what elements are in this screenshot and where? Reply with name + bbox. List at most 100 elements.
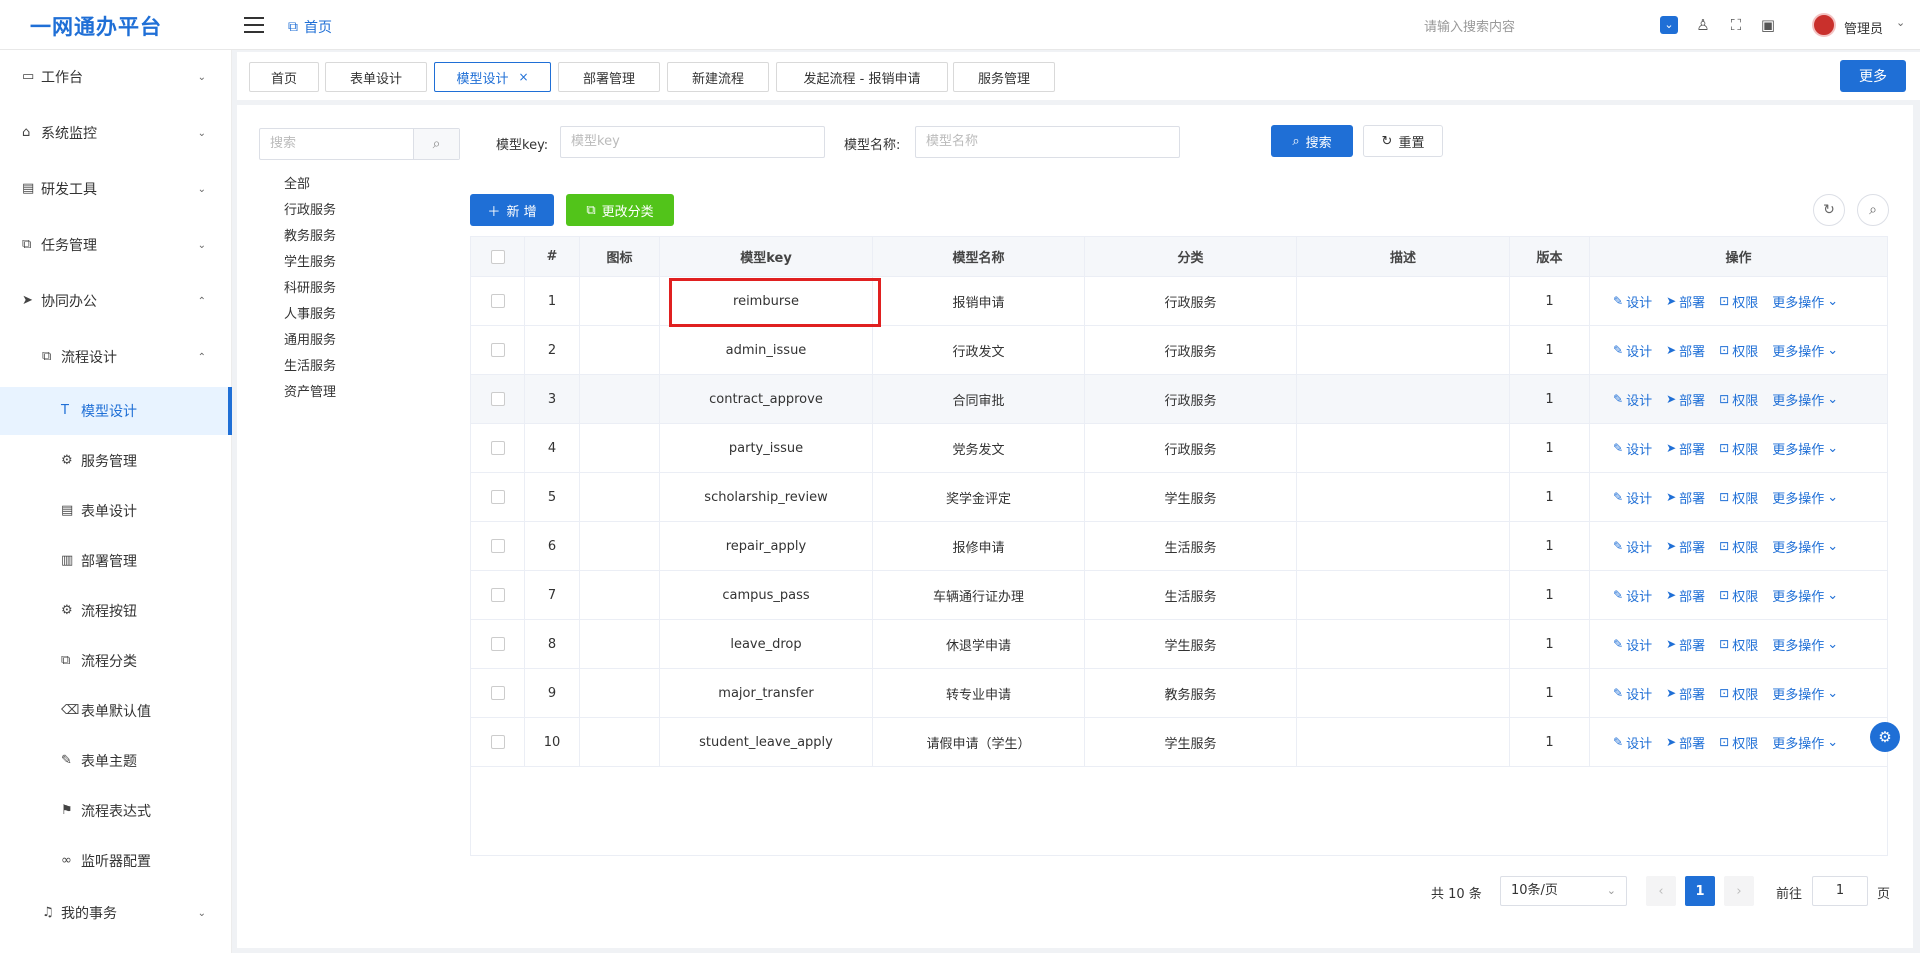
sidebar-item-flow-category[interactable]: ⧉ 流程分类 <box>0 637 232 685</box>
search-button[interactable]: ⌕ 搜索 <box>1271 125 1353 157</box>
design-button[interactable]: ✎ 设计 <box>1613 537 1652 556</box>
tab-service[interactable]: 服务管理 <box>953 62 1055 92</box>
model-name-input[interactable]: 模型名称 <box>915 126 1180 158</box>
deploy-button[interactable]: ➤ 部署 <box>1666 733 1705 752</box>
sidebar-item-flow-button[interactable]: ⚙ 流程按钮 <box>0 587 232 635</box>
page-size-select[interactable]: 10条/页 ⌄ <box>1500 876 1627 906</box>
tree-node[interactable]: 行政服务 <box>284 198 336 224</box>
deploy-button[interactable]: ➤ 部署 <box>1666 292 1705 311</box>
row-checkbox[interactable] <box>490 392 505 406</box>
design-button[interactable]: ✎ 设计 <box>1613 586 1652 605</box>
shirt-icon[interactable]: ♙ <box>1694 16 1712 34</box>
row-checkbox[interactable] <box>490 637 505 651</box>
settings-gear-icon[interactable]: ⚙ <box>1870 722 1900 752</box>
goto-page-input[interactable]: 1 <box>1812 876 1868 906</box>
row-checkbox[interactable] <box>490 686 505 700</box>
table-row[interactable]: 3 contract_approve 合同审批 行政服务 1 ✎ 设计 ➤ 部署 ⊡ 权限 更多操作 ⌄ <box>471 375 1887 424</box>
table-row[interactable]: 8 leave_drop 休退学申请 学生服务 1 ✎ 设计 ➤ 部署 ⊡ 权限 更多操作 ⌄ <box>471 620 1887 669</box>
row-checkbox[interactable] <box>490 294 505 308</box>
tree-node[interactable]: 全部 <box>284 172 336 198</box>
permission-button[interactable]: ⊡ 权限 <box>1719 537 1758 556</box>
sidebar-item-tasks[interactable]: ⧉ 任务管理 ⌄ <box>0 221 232 269</box>
sidebar-item-devtools[interactable]: ▤ 研发工具 ⌄ <box>0 165 232 213</box>
add-button[interactable]: ＋ 新 增 <box>470 194 554 226</box>
design-button[interactable]: ✎ 设计 <box>1613 439 1652 458</box>
more-actions-dropdown[interactable]: 更多操作 ⌄ <box>1772 586 1838 605</box>
more-actions-dropdown[interactable]: 更多操作 ⌄ <box>1772 341 1838 360</box>
sidebar-item-form-design[interactable]: ▤ 表单设计 <box>0 487 232 535</box>
breadcrumb-home[interactable]: 首页 <box>304 17 332 37</box>
deploy-button[interactable]: ➤ 部署 <box>1666 537 1705 556</box>
tree-node[interactable]: 资产管理 <box>284 380 336 406</box>
next-page-button[interactable]: › <box>1724 876 1754 906</box>
sidebar-item-form-default[interactable]: ⌫ 表单默认值 <box>0 687 232 735</box>
design-button[interactable]: ✎ 设计 <box>1613 684 1652 703</box>
search-icon[interactable]: ⌕ <box>1857 194 1889 226</box>
row-checkbox[interactable] <box>490 490 505 504</box>
tree-node[interactable]: 生活服务 <box>284 354 336 380</box>
prev-page-button[interactable]: ‹ <box>1646 876 1676 906</box>
sidebar-item-office[interactable]: ➤ 协同办公 ⌃ <box>0 277 232 325</box>
change-category-button[interactable]: ⧉ 更改分类 <box>566 194 674 226</box>
tab-new-flow[interactable]: 新建流程 <box>667 62 769 92</box>
design-button[interactable]: ✎ 设计 <box>1613 733 1652 752</box>
sidebar-item-listener[interactable]: ∞ 监听器配置 <box>0 837 232 885</box>
permission-button[interactable]: ⊡ 权限 <box>1719 439 1758 458</box>
sidebar-item-my-affairs[interactable]: ♫ 我的事务 ⌄ <box>0 889 232 937</box>
dropdown-toggle-icon[interactable]: ⌄ <box>1660 16 1678 34</box>
table-row[interactable]: 7 campus_pass 车辆通行证办理 生活服务 1 ✎ 设计 ➤ 部署 ⊡ 权限 更多操作 ⌄ <box>471 571 1887 620</box>
permission-button[interactable]: ⊡ 权限 <box>1719 635 1758 654</box>
deploy-button[interactable]: ➤ 部署 <box>1666 635 1705 654</box>
tab-form-design[interactable]: 表单设计 <box>325 62 427 92</box>
row-checkbox[interactable] <box>490 588 505 602</box>
table-row[interactable]: 2 admin_issue 行政发文 行政服务 1 ✎ 设计 ➤ 部署 ⊡ 权限 更多操作 ⌄ <box>471 326 1887 375</box>
header-search-input[interactable]: 请输入搜索内容 <box>1424 16 1515 35</box>
menu-toggle-icon[interactable] <box>244 17 264 33</box>
tree-search-input[interactable]: 搜索 <box>260 129 413 159</box>
close-icon[interactable]: × <box>518 70 528 84</box>
sidebar-item-form-theme[interactable]: ✎ 表单主题 <box>0 737 232 785</box>
more-actions-dropdown[interactable]: 更多操作 ⌄ <box>1772 488 1838 507</box>
tab-deploy[interactable]: 部署管理 <box>558 62 660 92</box>
permission-button[interactable]: ⊡ 权限 <box>1719 586 1758 605</box>
more-actions-dropdown[interactable]: 更多操作 ⌄ <box>1772 635 1838 654</box>
row-checkbox[interactable] <box>490 441 505 455</box>
permission-button[interactable]: ⊡ 权限 <box>1719 292 1758 311</box>
refresh-icon[interactable]: ↻ <box>1813 194 1845 226</box>
sidebar-item-monitor[interactable]: ⌂ 系统监控 ⌄ <box>0 109 232 157</box>
size-icon[interactable]: ▣ <box>1759 16 1777 34</box>
sidebar-item-service[interactable]: ⚙ 服务管理 <box>0 437 232 485</box>
tree-node[interactable]: 学生服务 <box>284 250 336 276</box>
more-button[interactable]: 更多 <box>1840 60 1906 92</box>
more-actions-dropdown[interactable]: 更多操作 ⌄ <box>1772 292 1838 311</box>
design-button[interactable]: ✎ 设计 <box>1613 488 1652 507</box>
fullscreen-icon[interactable]: ⛶ <box>1727 16 1745 34</box>
permission-button[interactable]: ⊡ 权限 <box>1719 488 1758 507</box>
app-logo[interactable]: 一网通办平台 <box>30 11 162 41</box>
deploy-button[interactable]: ➤ 部署 <box>1666 390 1705 409</box>
permission-button[interactable]: ⊡ 权限 <box>1719 684 1758 703</box>
table-row[interactable]: 10 student_leave_apply 请假申请（学生） 学生服务 1 ✎ 设计 ➤ 部署… <box>471 718 1887 767</box>
permission-button[interactable]: ⊡ 权限 <box>1719 390 1758 409</box>
row-checkbox[interactable] <box>490 735 505 749</box>
design-button[interactable]: ✎ 设计 <box>1613 292 1652 311</box>
deploy-button[interactable]: ➤ 部署 <box>1666 439 1705 458</box>
select-all-checkbox[interactable] <box>490 249 505 264</box>
sidebar-item-deploy[interactable]: ▥ 部署管理 <box>0 537 232 585</box>
permission-button[interactable]: ⊡ 权限 <box>1719 341 1758 360</box>
more-actions-dropdown[interactable]: 更多操作 ⌄ <box>1772 390 1838 409</box>
chevron-down-icon[interactable]: ⌄ <box>1896 16 1905 29</box>
more-actions-dropdown[interactable]: 更多操作 ⌄ <box>1772 684 1838 703</box>
user-name[interactable]: 管理员 <box>1844 18 1883 37</box>
sidebar-item-workbench[interactable]: ▭ 工作台 ⌄ <box>0 53 232 101</box>
deploy-button[interactable]: ➤ 部署 <box>1666 341 1705 360</box>
breadcrumb[interactable]: ⧉ 首页 <box>288 17 332 37</box>
tab-model-design[interactable]: 模型设计 × <box>434 62 551 92</box>
more-actions-dropdown[interactable]: 更多操作 ⌄ <box>1772 733 1838 752</box>
design-button[interactable]: ✎ 设计 <box>1613 635 1652 654</box>
tab-home[interactable]: 首页 <box>249 62 319 92</box>
page-number[interactable]: 1 <box>1685 876 1715 906</box>
design-button[interactable]: ✎ 设计 <box>1613 341 1652 360</box>
design-button[interactable]: ✎ 设计 <box>1613 390 1652 409</box>
search-icon[interactable]: ⌕ <box>413 129 459 159</box>
